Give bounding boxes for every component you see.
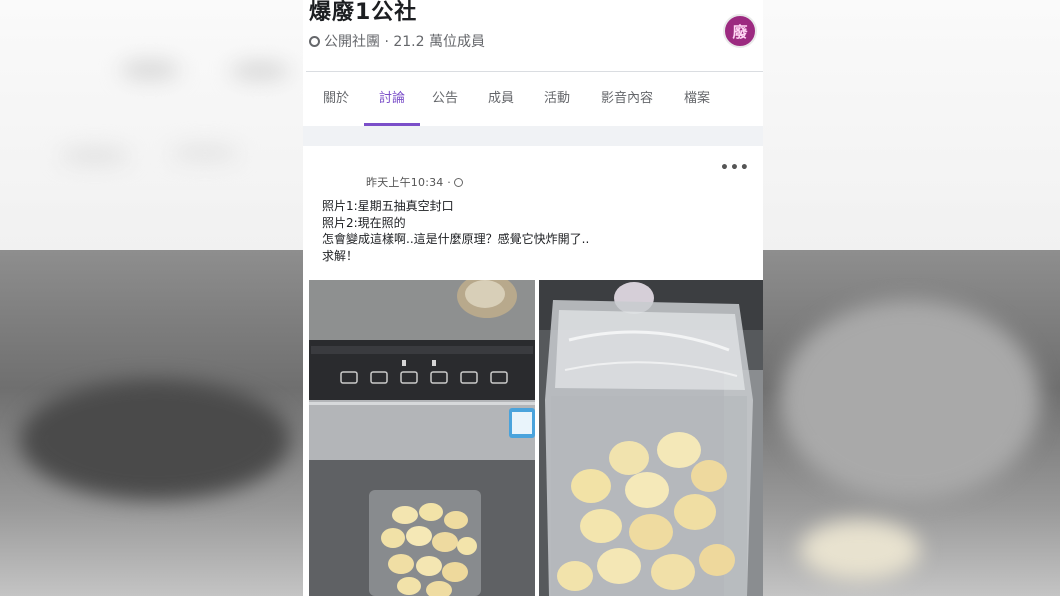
- feed-background: [303, 126, 763, 146]
- group-tabs: 關於 討論 公告 成員 活動 影音內容 檔案: [303, 72, 763, 126]
- tab-members[interactable]: 成員: [486, 72, 516, 126]
- tab-announcements[interactable]: 公告: [430, 72, 460, 126]
- garlic-sealer-photo: [309, 280, 535, 596]
- group-header: 爆廢1公社 公開社團 · 21.2 萬位成員 廢: [303, 0, 763, 70]
- audience-icon: [453, 178, 463, 187]
- group-name[interactable]: 爆廢1公社: [309, 0, 417, 26]
- post-line: 照片2:現在照的: [322, 215, 406, 230]
- post-line: 照片1:星期五抽真空封口: [322, 199, 454, 213]
- post-body: 照片1:星期五抽真空封口 照片2:現在照的 怎會變成這樣啊..這是什麼原理？感覺…: [322, 198, 742, 264]
- background-blob: [60, 148, 130, 164]
- background-blob: [780, 300, 1040, 500]
- group-meta-text: 公開社團 · 21.2 萬位成員: [324, 34, 485, 50]
- background-blob: [230, 62, 290, 80]
- background-blob: [800, 520, 920, 580]
- post-photo-2[interactable]: [539, 280, 763, 596]
- tab-media[interactable]: 影音內容: [598, 72, 656, 126]
- tab-files[interactable]: 檔案: [682, 72, 712, 126]
- puffed-garlic-bag-photo: [539, 280, 763, 596]
- tab-about[interactable]: 關於: [321, 72, 351, 126]
- globe-icon: [309, 36, 320, 47]
- tab-discussion[interactable]: 討論: [364, 72, 420, 126]
- facebook-group-screenshot: 爆廢1公社 公開社團 · 21.2 萬位成員 廢 關於 討論 公告 成員 活動 …: [303, 0, 763, 596]
- group-meta: 公開社團 · 21.2 萬位成員: [309, 31, 485, 51]
- group-avatar[interactable]: 廢: [723, 14, 757, 48]
- background-blob: [120, 60, 180, 80]
- tab-events[interactable]: 活動: [542, 72, 572, 126]
- background-blob: [170, 145, 240, 161]
- post-line: 怎會變成這樣啊..這是什麼原理？感覺它快炸開了..: [322, 232, 590, 246]
- post-line: 求解！: [322, 248, 359, 263]
- background-blob: [20, 380, 290, 500]
- post-photo-1[interactable]: [309, 280, 535, 596]
- post-card: 昨天上午10:34 · ••• 照片1:星期五抽真空封口 照片2:現在照的 怎會…: [306, 146, 763, 596]
- more-options-button[interactable]: •••: [720, 160, 749, 180]
- post-timestamp[interactable]: 昨天上午10:34 ·: [366, 174, 463, 190]
- post-time-text: 昨天上午10:34 ·: [366, 176, 451, 189]
